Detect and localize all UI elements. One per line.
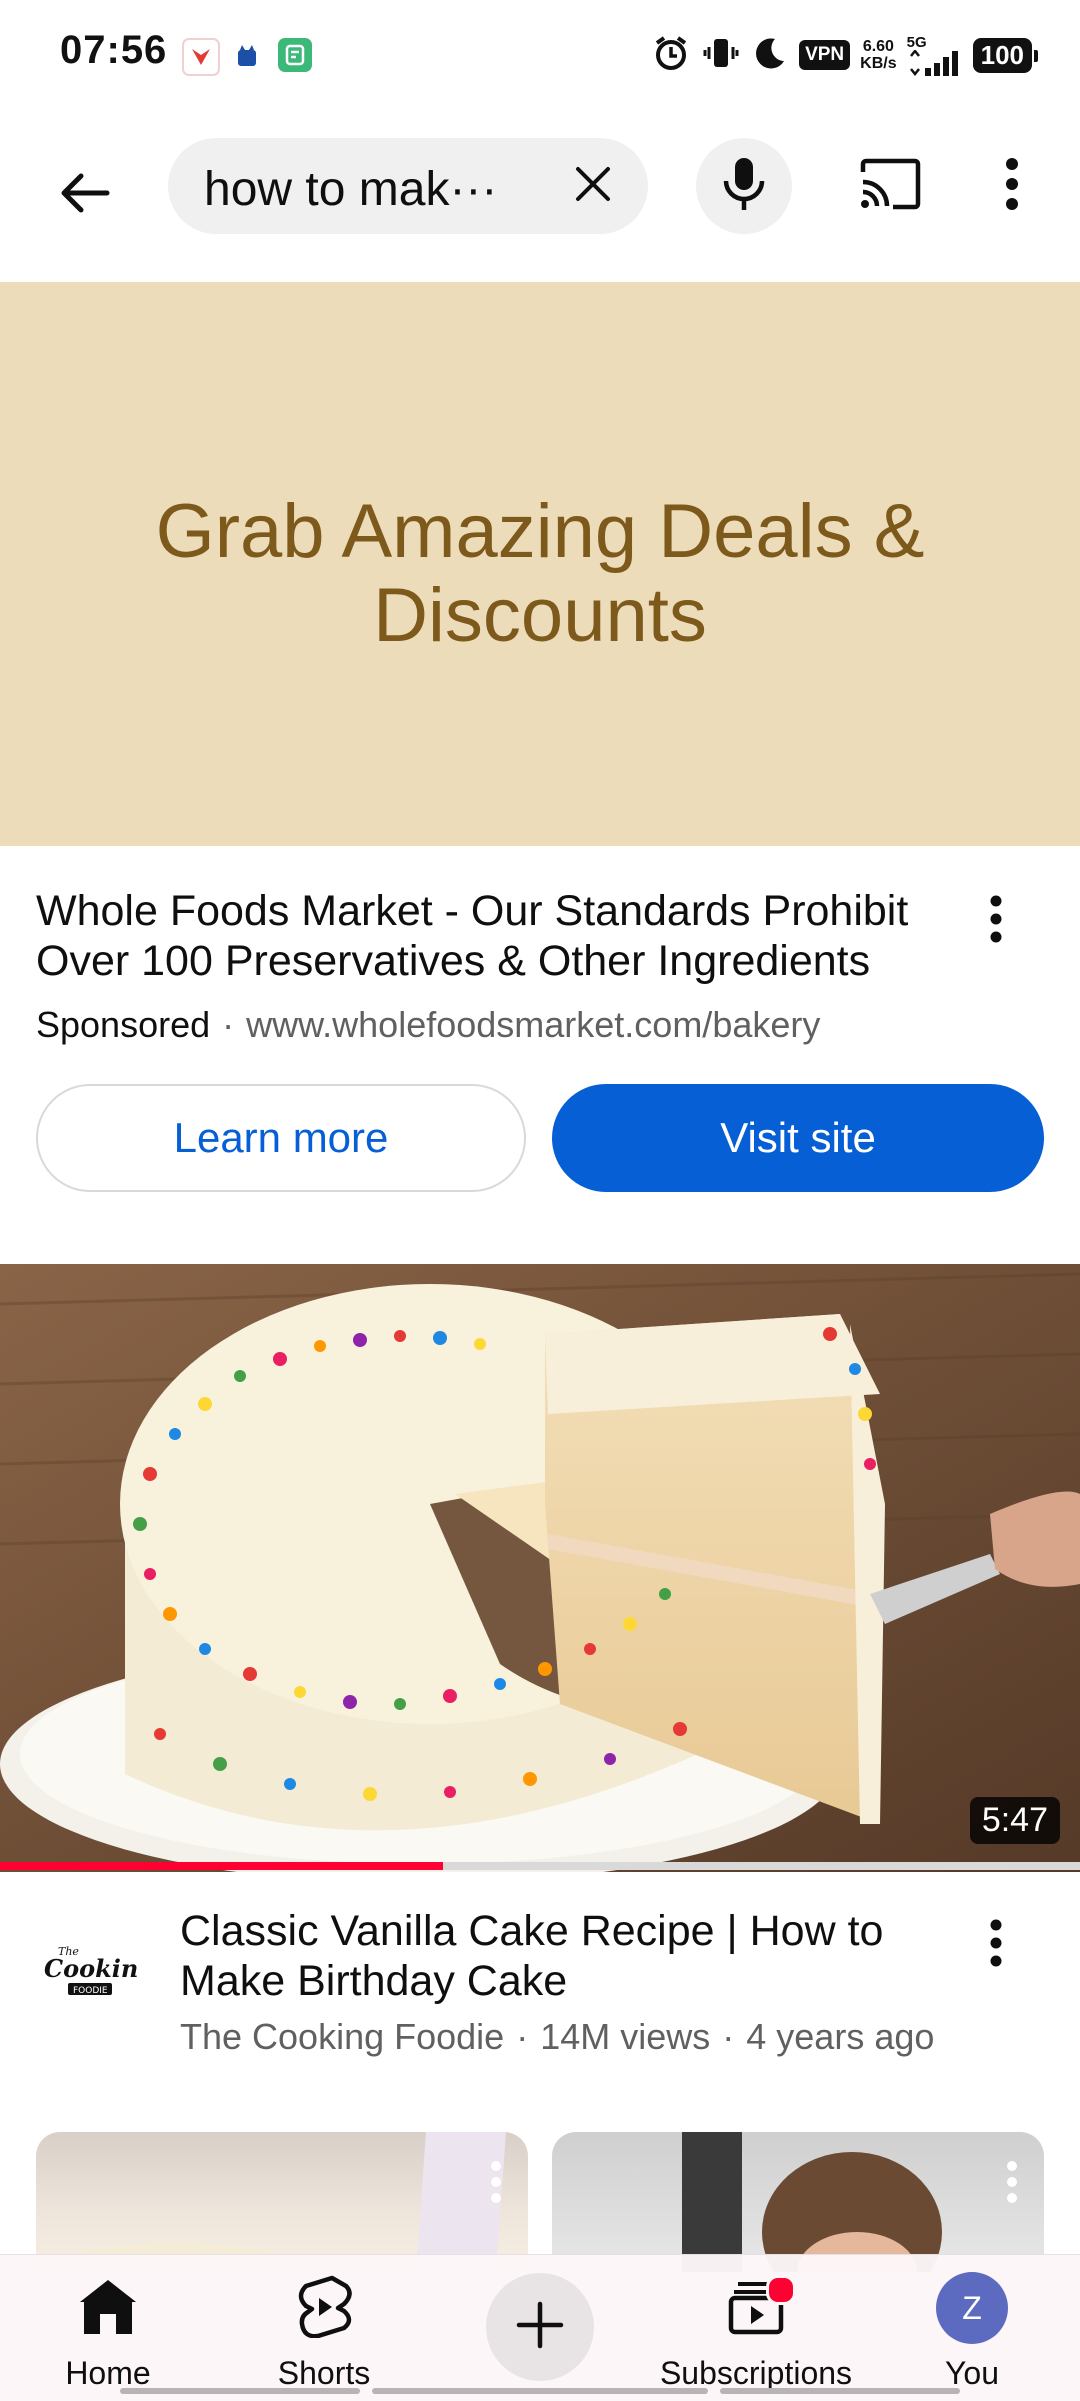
nav-you[interactable]: Z You	[864, 2255, 1080, 2401]
channel-name[interactable]: The Cooking Foodie	[180, 2016, 504, 2057]
do-not-disturb-moon-icon	[751, 34, 789, 77]
ad-meta: Sponsored · www.wholefoodsmarket.com/baker…	[36, 1004, 820, 1046]
close-icon	[573, 164, 613, 209]
nav-label-you: You	[945, 2355, 999, 2391]
nav-label-home: Home	[65, 2355, 151, 2391]
back-button[interactable]	[40, 150, 130, 240]
status-time: 07:56	[60, 28, 168, 72]
video-title[interactable]: Classic Vanilla Cake Recipe | How to Mak…	[180, 1906, 940, 2006]
video-duration-badge: 5:47	[969, 1797, 1060, 1844]
video-card-thumbnail[interactable]	[36, 2132, 528, 2272]
bottom-navigation: Home Shorts Subscriptions Z You	[0, 2254, 1080, 2401]
ad-more-options-button[interactable]	[966, 888, 1026, 954]
video-card-thumbnail[interactable]	[552, 2132, 1044, 2272]
gesture-bar	[372, 2388, 708, 2394]
meta-separator: ·	[222, 1004, 235, 1045]
back-arrow-icon	[55, 163, 115, 228]
vibrate-icon	[701, 33, 741, 78]
mic-icon	[719, 156, 769, 217]
upload-age: 4 years ago	[746, 2016, 935, 2057]
nav-home[interactable]: Home	[0, 2255, 216, 2401]
notification-app-icon-blue	[230, 38, 264, 72]
cast-icon	[859, 158, 921, 215]
channel-avatar[interactable]: The Cooking FOODIE	[36, 1920, 140, 2024]
watch-progress-bar	[0, 1862, 1080, 1870]
plus-icon	[515, 2300, 565, 2355]
status-bar: 07:56 VPN 6.60 KB/s 5G 100	[0, 0, 1080, 110]
more-vert-icon	[1004, 157, 1020, 215]
signal-5g-icon: 5G	[907, 35, 963, 76]
video-meta: The Cooking Foodie · 14M views · 4 years ago	[180, 2016, 935, 2057]
svg-text:FOODIE: FOODIE	[73, 1986, 108, 1996]
watch-progress-fill	[0, 1862, 443, 1870]
vpn-badge: VPN	[799, 40, 851, 70]
ad-title[interactable]: Whole Foods Market - Our Standards Prohi…	[36, 886, 936, 986]
cake-image	[0, 1264, 1080, 1872]
shorts-icon	[296, 2274, 352, 2343]
status-icons: VPN 6.60 KB/s 5G 100	[651, 30, 1039, 80]
more-options-button[interactable]	[980, 144, 1044, 228]
ad-banner-headline: Grab Amazing Deals & Discounts	[155, 489, 925, 658]
notification-dot	[766, 2275, 796, 2305]
nav-subscriptions[interactable]: Subscriptions	[648, 2255, 864, 2401]
more-vert-icon	[989, 1919, 1003, 1972]
ad-banner-image[interactable]: Grab Amazing Deals & Discounts	[0, 282, 1080, 846]
learn-more-button[interactable]: Learn more	[36, 1084, 526, 1192]
gesture-bar	[120, 2388, 360, 2394]
cast-button[interactable]	[848, 144, 932, 228]
ad-url: www.wholefoodsmarket.com/bakery	[246, 1004, 821, 1045]
battery-indicator: 100	[972, 37, 1039, 73]
visit-site-button[interactable]: Visit site	[552, 1084, 1044, 1192]
more-vert-icon	[989, 895, 1003, 948]
svg-text:Cooking: Cooking	[44, 1954, 138, 1983]
clear-search-button[interactable]	[563, 156, 623, 216]
nav-label-subscriptions: Subscriptions	[659, 2355, 853, 2391]
search-input[interactable]: how to mak···	[168, 138, 648, 234]
cooking-foodie-logo: The Cooking FOODIE	[44, 1945, 138, 1996]
voice-search-button[interactable]	[696, 138, 792, 234]
network-speed: 6.60 KB/s	[860, 38, 897, 72]
notification-app-icon-red	[182, 38, 220, 76]
alarm-icon	[651, 33, 691, 78]
notification-app-icon-green	[278, 38, 312, 72]
nav-label-shorts: Shorts	[277, 2355, 371, 2391]
search-query-text: how to mak···	[204, 163, 498, 216]
home-icon	[76, 2276, 140, 2341]
card-more-options-button[interactable]	[992, 2142, 1032, 2222]
gesture-bar	[720, 2388, 960, 2394]
card-more-options-button[interactable]	[476, 2142, 516, 2222]
video-more-options-button[interactable]	[966, 1912, 1026, 1978]
view-count: 14M views	[540, 2016, 711, 2057]
video-thumbnail[interactable]: 5:47	[0, 1264, 1080, 1872]
avatar: Z	[936, 2272, 1008, 2344]
nav-shorts[interactable]: Shorts	[216, 2255, 432, 2401]
sponsored-label: Sponsored	[36, 1004, 211, 1045]
create-button[interactable]	[486, 2273, 594, 2381]
